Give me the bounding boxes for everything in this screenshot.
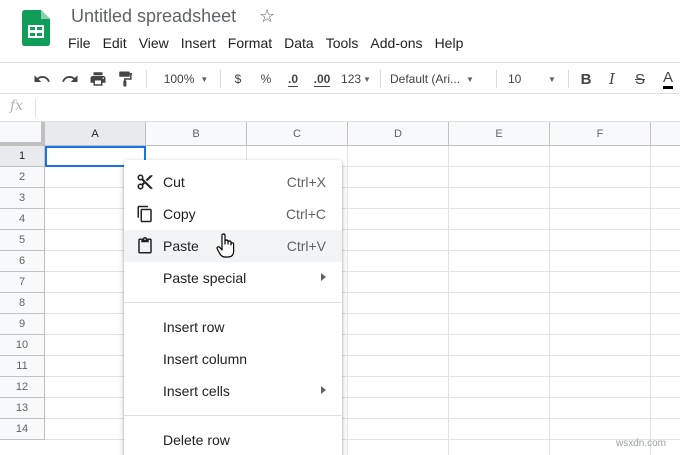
row-header-9[interactable]: 9: [0, 314, 45, 335]
menu-item-delete-row[interactable]: Delete row: [124, 424, 342, 455]
currency-format-button[interactable]: $: [228, 63, 248, 95]
star-icon[interactable]: ☆: [259, 6, 275, 27]
row-header-10[interactable]: 10: [0, 335, 45, 356]
decrease-decimal-button[interactable]: .0: [282, 63, 304, 95]
document-title[interactable]: Untitled spreadsheet: [71, 6, 236, 27]
row-header-8[interactable]: 8: [0, 293, 45, 314]
column-header-f[interactable]: F: [550, 122, 651, 146]
menu-item-paste-shortcut: Ctrl+V: [286, 238, 326, 254]
increase-decimal-button[interactable]: .00: [308, 63, 336, 95]
submenu-arrow-icon: [321, 386, 326, 394]
menu-item-copy-label: Copy: [163, 206, 196, 222]
watermark: wsxdn.com: [615, 438, 666, 449]
sheets-logo-icon[interactable]: [22, 10, 50, 46]
menu-edit[interactable]: Edit: [97, 33, 133, 53]
row-header-13[interactable]: 13: [0, 398, 45, 419]
row-header-4[interactable]: 4: [0, 209, 45, 230]
menu-item-copy[interactable]: Copy Ctrl+C: [124, 198, 342, 230]
function-icon: fx: [10, 98, 24, 114]
formula-bar: fx: [0, 94, 680, 122]
column-header-a[interactable]: A: [45, 122, 146, 146]
column-header-b[interactable]: B: [146, 122, 247, 146]
text-color-button[interactable]: A: [658, 63, 678, 95]
row-header-1[interactable]: 1: [0, 146, 45, 167]
font-size-select[interactable]: 10 ▼: [504, 63, 562, 95]
menu-item-delete-row-label: Delete row: [163, 432, 230, 448]
strikethrough-button[interactable]: S: [630, 63, 650, 95]
menu-tools[interactable]: Tools: [320, 33, 365, 53]
submenu-arrow-icon: [321, 273, 326, 281]
paint-format-icon[interactable]: [114, 63, 138, 95]
menu-item-copy-shortcut: Ctrl+C: [285, 206, 326, 222]
more-formats-button[interactable]: 123 ▼: [338, 63, 374, 95]
font-family-select[interactable]: Default (Ari... ▼: [390, 63, 490, 95]
menu-file[interactable]: File: [62, 33, 97, 53]
redo-icon[interactable]: [58, 63, 82, 95]
percent-format-button[interactable]: %: [256, 63, 276, 95]
menu-data[interactable]: Data: [278, 33, 320, 53]
row-header-2[interactable]: 2: [0, 167, 45, 188]
menu-item-paste-special-label: Paste special: [163, 270, 247, 286]
chevron-down-icon: ▼: [548, 74, 556, 84]
menu-addons[interactable]: Add-ons: [364, 33, 428, 53]
menu-bar: File Edit View Insert Format Data Tools …: [62, 33, 469, 53]
menu-item-cut[interactable]: Cut Ctrl+X: [124, 166, 342, 198]
scissors-icon: [137, 174, 153, 190]
row-header-6[interactable]: 6: [0, 251, 45, 272]
column-header-c[interactable]: C: [247, 122, 348, 146]
undo-icon[interactable]: [30, 63, 54, 95]
italic-button[interactable]: I: [602, 63, 622, 95]
font-family-value: Default (Ari...: [390, 72, 461, 86]
menu-item-cut-shortcut: Ctrl+X: [286, 174, 326, 190]
bold-button[interactable]: B: [576, 63, 596, 95]
row-header-7[interactable]: 7: [0, 272, 45, 293]
chevron-down-icon: ▼: [200, 74, 209, 84]
print-icon[interactable]: [86, 63, 110, 95]
font-size-value: 10: [508, 72, 522, 86]
menu-insert[interactable]: Insert: [175, 33, 222, 53]
increase-decimal-label: .00: [313, 71, 331, 87]
menu-item-paste-special[interactable]: Paste special: [124, 262, 342, 294]
row-header-12[interactable]: 12: [0, 377, 45, 398]
column-header-d[interactable]: D: [348, 122, 449, 146]
menu-item-paste-label: Paste: [163, 238, 199, 254]
zoom-value: 100%: [163, 72, 195, 86]
menu-item-cut-label: Cut: [163, 174, 185, 190]
context-menu: Cut Ctrl+X Copy Ctrl+C Paste Ctrl+V Past…: [124, 160, 342, 455]
decrease-decimal-label: .0: [287, 71, 298, 87]
copy-icon: [137, 205, 152, 223]
row-header-3[interactable]: 3: [0, 188, 45, 209]
more-formats-label: 123: [341, 72, 362, 86]
row-header-14[interactable]: 14: [0, 419, 45, 440]
text-color-label: A: [662, 69, 673, 89]
toolbar: 100% ▼ $ % .0 .00 123 ▼ Default (Ari... ▼ 1…: [0, 62, 680, 94]
menu-item-insert-cells-label: Insert cells: [163, 383, 230, 399]
column-header-g[interactable]: [651, 122, 680, 146]
menu-item-insert-row[interactable]: Insert row: [124, 311, 342, 343]
clipboard-icon: [138, 237, 152, 254]
select-all-corner[interactable]: [0, 122, 45, 146]
row-header-5[interactable]: 5: [0, 230, 45, 251]
menu-item-insert-cells[interactable]: Insert cells: [124, 375, 342, 407]
chevron-down-icon: ▼: [466, 74, 474, 84]
menu-format[interactable]: Format: [222, 33, 278, 53]
menu-item-insert-column[interactable]: Insert column: [124, 343, 342, 375]
zoom-select[interactable]: 100% ▼: [156, 63, 216, 95]
menu-item-insert-column-label: Insert column: [163, 351, 248, 367]
formula-input[interactable]: [42, 94, 680, 121]
menu-view[interactable]: View: [133, 33, 175, 53]
chevron-down-icon: ▼: [363, 74, 371, 84]
row-header-11[interactable]: 11: [0, 356, 45, 377]
column-header-e[interactable]: E: [449, 122, 550, 146]
menu-item-insert-row-label: Insert row: [163, 319, 225, 335]
menu-help[interactable]: Help: [429, 33, 470, 53]
hand-cursor-icon: [216, 233, 235, 258]
